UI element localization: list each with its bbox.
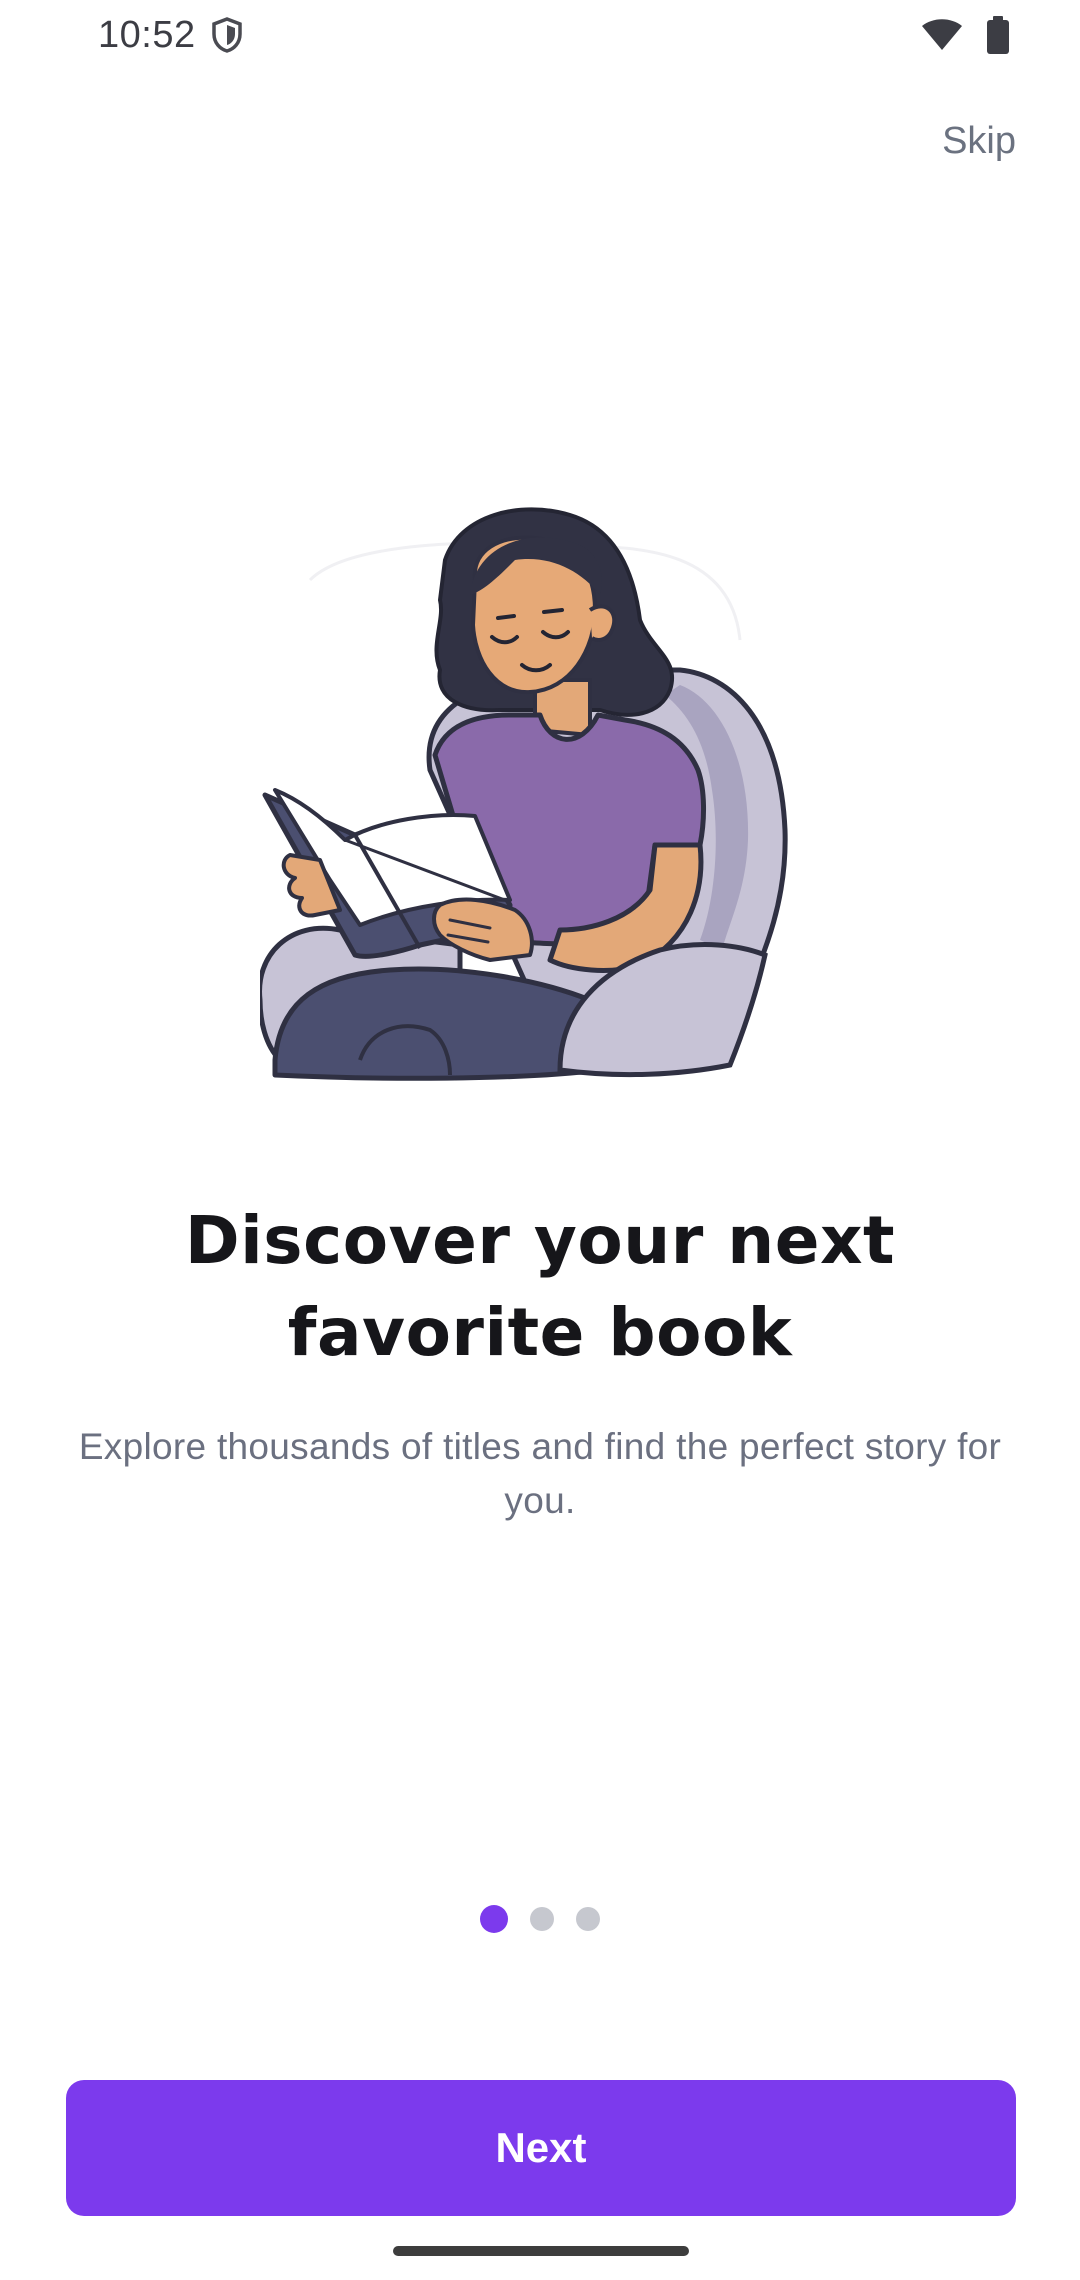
status-bar: 10:52 bbox=[0, 0, 1080, 70]
page-dot-1[interactable] bbox=[480, 1905, 508, 1933]
page-dot-2[interactable] bbox=[530, 1907, 554, 1931]
home-indicator[interactable] bbox=[393, 2246, 689, 2256]
page-indicator bbox=[0, 1905, 1080, 1933]
status-right bbox=[920, 16, 1010, 54]
onboarding-screen: 10:52 Skip Discover your next favorite b… bbox=[0, 0, 1080, 2280]
shield-icon bbox=[210, 16, 244, 54]
skip-button[interactable]: Skip bbox=[942, 120, 1016, 163]
onboarding-headline: Discover your next favorite book bbox=[184, 1202, 896, 1371]
next-button[interactable]: Next bbox=[66, 2080, 1016, 2216]
status-time: 10:52 bbox=[98, 13, 196, 56]
status-left: 10:52 bbox=[98, 14, 244, 57]
onboarding-subtitle: Explore thousands of titles and find the… bbox=[78, 1426, 1002, 1521]
reading-woman-illustration bbox=[257, 500, 840, 1100]
wifi-icon bbox=[920, 18, 964, 52]
page-dot-3[interactable] bbox=[576, 1907, 600, 1931]
battery-icon bbox=[986, 16, 1010, 54]
